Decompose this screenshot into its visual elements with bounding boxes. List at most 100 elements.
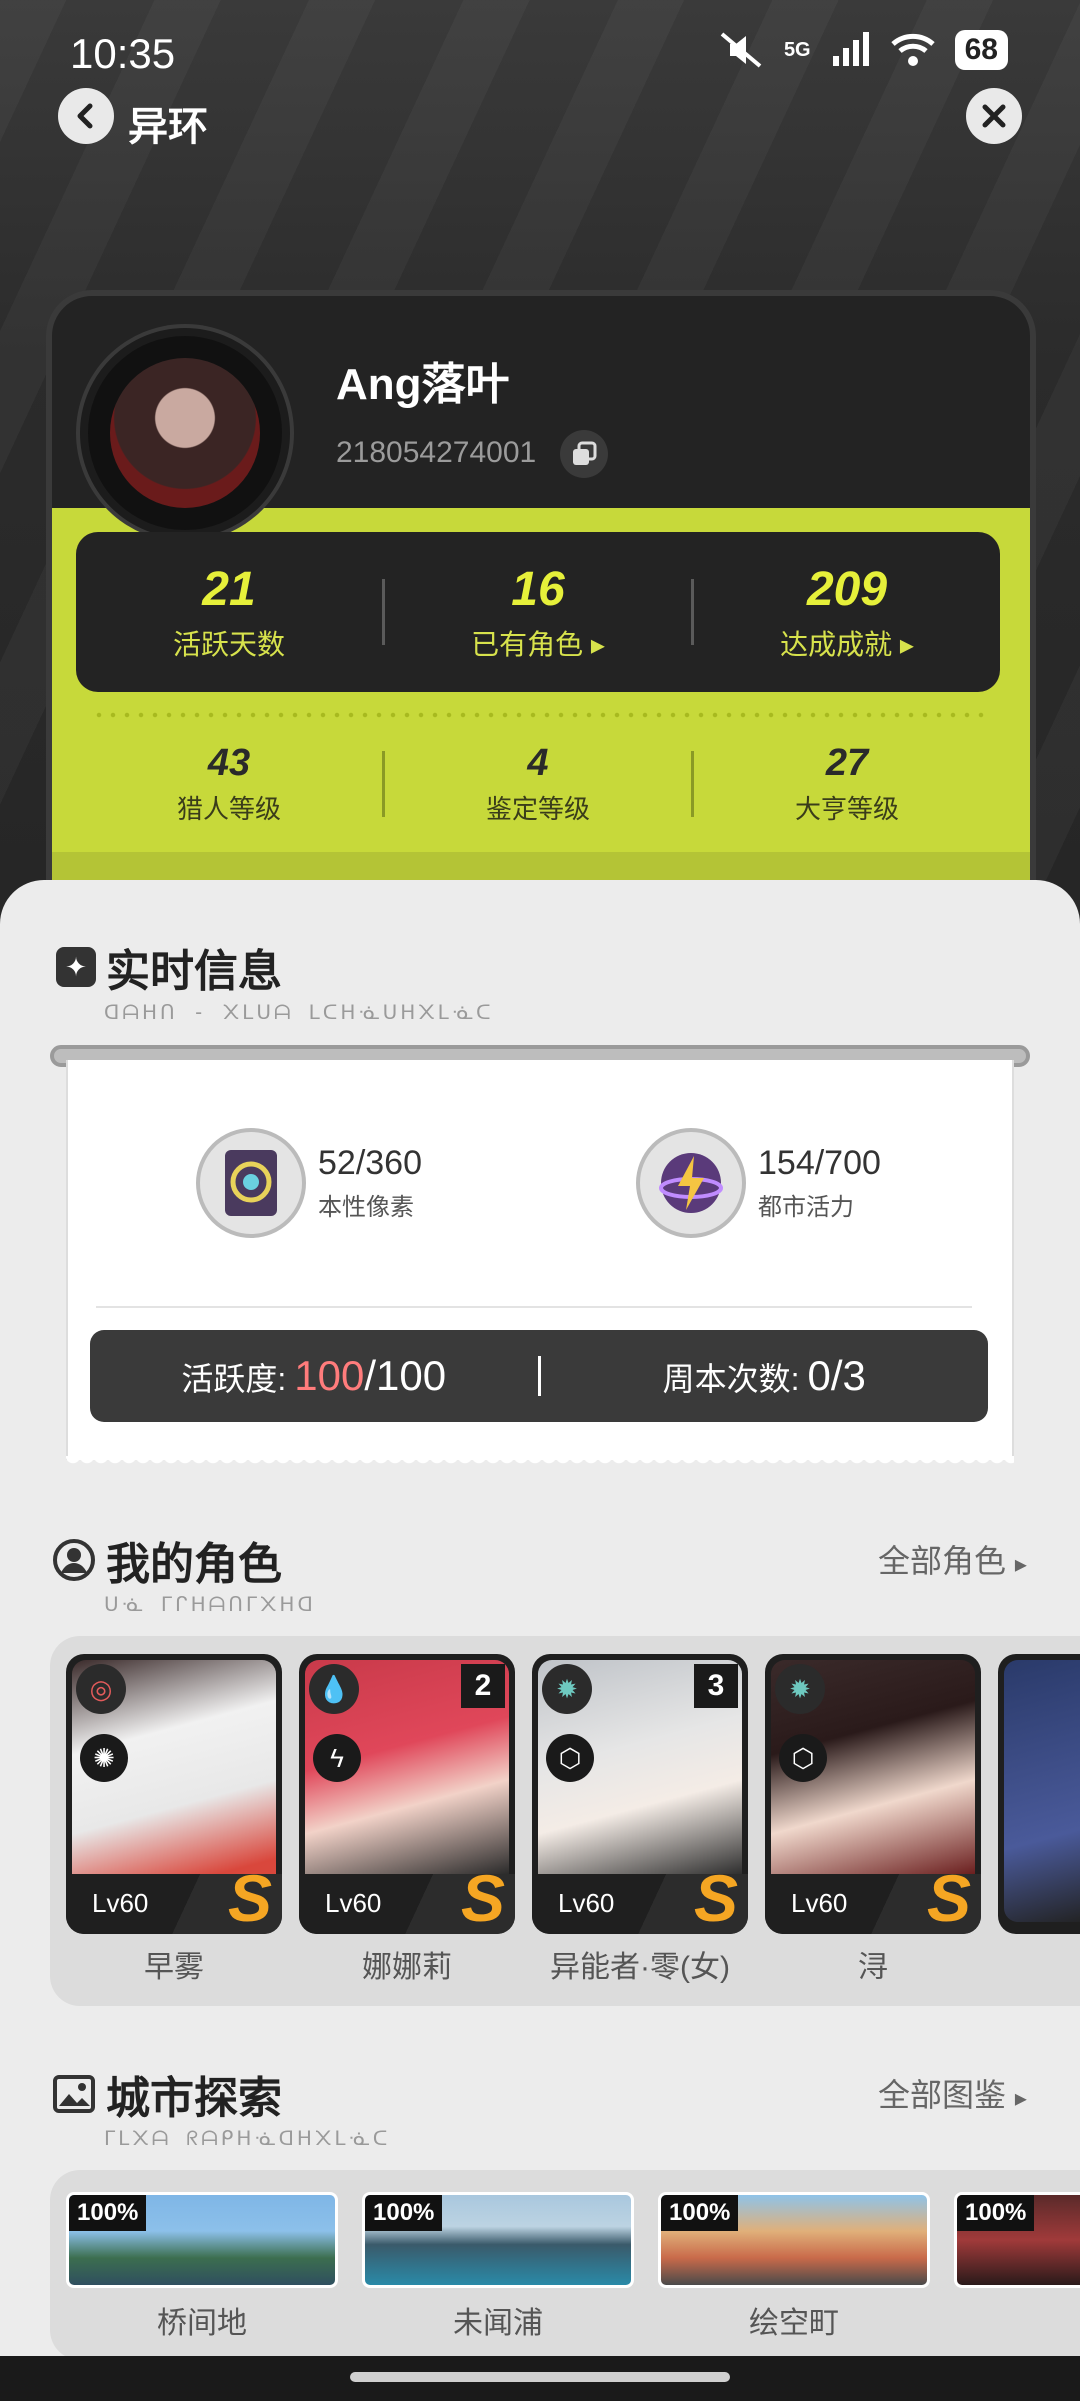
exploration-progress: 100%: [365, 2195, 443, 2231]
resource-value: 154/700: [758, 1144, 881, 1182]
stat-characters[interactable]: 16 已有角色 ▸: [385, 532, 691, 692]
cube-icon: ⬡: [546, 1734, 594, 1782]
resource-label: 都市活力: [758, 1194, 854, 1221]
section-title-text: 实时信息: [106, 947, 282, 996]
character-name: 娜娜莉: [362, 1951, 452, 1984]
s-rank-badge: S: [227, 1861, 272, 1934]
activity-stat: 活跃度: 100/100: [90, 1352, 538, 1400]
stat-label: 活跃天数: [172, 628, 285, 660]
stat-appraisal-level: 4 鉴定等级: [385, 726, 691, 842]
home-indicator[interactable]: [350, 2372, 730, 2382]
stat-active-days: 21 活跃天数: [76, 532, 382, 692]
user-id: 218054274001: [336, 436, 537, 469]
top-nav: 异环: [0, 88, 1080, 168]
activity-max: /100: [364, 1352, 447, 1399]
status-bar: 10:35 5G 68: [0, 0, 1080, 100]
character-card[interactable]: ✹ ⬡ 3 Lv60 S: [532, 1654, 748, 1934]
s-rank-badge: S: [693, 1861, 738, 1934]
stat-value: 209: [806, 562, 888, 616]
characters-carousel[interactable]: ◎ ✺ Lv60 S 早雾 💧 ϟ 2 Lv60 S 娜娜莉 ✹ ⬡ 3 Lv6…: [50, 1636, 1080, 2006]
copy-icon: [573, 441, 597, 465]
character-card[interactable]: 💧 ϟ 2 Lv60 S: [299, 1654, 515, 1934]
stat-label: 鉴定等级: [485, 794, 590, 824]
city-card[interactable]: 100%: [658, 2192, 930, 2288]
section-title-text: 我的角色: [106, 1540, 282, 1589]
resource-label: 本性像素: [318, 1194, 414, 1221]
stat-tycoon-level: 27 大亨等级: [694, 726, 1000, 842]
caret-right-icon: ▸: [1014, 2085, 1027, 2112]
character-portrait: [1004, 1660, 1080, 1922]
stat-label-link: 达成成就 ▸: [780, 623, 914, 663]
signal-icon: [832, 32, 869, 66]
awaken-rank: 2: [461, 1664, 505, 1708]
caret-right-icon: ▸: [1014, 1551, 1027, 1578]
stat-label: 猎人等级: [176, 794, 281, 824]
city-card[interactable]: 100%: [362, 2192, 634, 2288]
person-circle-icon: [53, 1539, 95, 1581]
s-rank-badge: S: [926, 1861, 971, 1934]
resource-vitality: 154/700 都市活力: [636, 1128, 881, 1238]
sun-icon: ✹: [775, 1664, 825, 1714]
resource-value: 52/360: [318, 1144, 422, 1182]
resource-pixels: 52/360 本性像素: [196, 1128, 422, 1238]
copy-uid-button[interactable]: [560, 430, 608, 478]
stat-hunter-level: 43 猎人等级: [76, 726, 382, 842]
chevron-left-icon: [77, 103, 93, 129]
resource-text: 154/700 都市活力: [758, 1144, 881, 1222]
exploration-progress: 100%: [69, 2195, 147, 2231]
status-time: 10:35: [70, 30, 176, 77]
character-name: 浔: [858, 1951, 888, 1984]
sun-icon: ✹: [542, 1664, 592, 1714]
city-name: 桥间地: [157, 2307, 247, 2340]
caret-right-icon: ▸: [590, 628, 605, 660]
character-card[interactable]: ✹ ⬡ Lv60 S: [765, 1654, 981, 1934]
character-name: 异能者·零(女): [550, 1951, 730, 1984]
section-subtitle: ᒥᒪ᙭ᗩ ᖇᗩᑭᕼᓍᗡᕼ᙭ᒪᓍᑕ: [104, 2126, 391, 2150]
dotted-divider: [92, 712, 992, 718]
droplet-icon: 💧: [309, 1664, 359, 1714]
weekly-label: 周本次数:: [662, 1361, 800, 1397]
character-card[interactable]: ◎ ✺ Lv60 S: [66, 1654, 282, 1934]
stat-label: 达成成就: [780, 628, 893, 660]
stat-achievements[interactable]: 209 达成成就 ▸: [694, 532, 1000, 692]
close-button[interactable]: [966, 88, 1022, 144]
weekly-value: 0/3: [807, 1352, 866, 1399]
characters-section-title: 我的角色: [52, 1528, 282, 1592]
city-card[interactable]: 100%: [66, 2192, 338, 2288]
network-label: 5G: [783, 38, 811, 61]
weekly-stat: 周本次数: 0/3: [541, 1352, 989, 1400]
s-rank-badge: S: [460, 1861, 505, 1934]
stat-value: 43: [207, 742, 251, 784]
awaken-rank: 3: [694, 1664, 738, 1708]
caret-right-icon: ▸: [899, 628, 914, 660]
spiral-icon: ✺: [80, 1734, 128, 1782]
all-gallery-link[interactable]: 全部图鉴 ▸: [878, 2070, 1027, 2116]
level-stats: 43 猎人等级 4 鉴定等级 27 大亨等级: [76, 726, 1000, 842]
image-icon: [53, 2075, 95, 2113]
stat-label: 已有角色: [471, 628, 584, 660]
stat-value: 16: [511, 562, 565, 616]
city-carousel[interactable]: 100% 桥间地 100% 未闻浦 100% 绘空町 100%: [50, 2170, 1080, 2360]
target-icon: ◎: [76, 1664, 126, 1714]
stat-label: 大亨等级: [794, 794, 899, 824]
status-icons: 5G 68: [718, 30, 1008, 70]
city-card[interactable]: 100%: [954, 2192, 1080, 2288]
city-section-title: 城市探索: [52, 2062, 282, 2126]
divider: [96, 1306, 972, 1308]
close-icon: [982, 104, 1006, 128]
sparkle-book-icon: ✦: [56, 947, 96, 987]
activity-value: 100/100: [294, 1352, 446, 1400]
all-characters-link[interactable]: 全部角色 ▸: [878, 1536, 1027, 1582]
back-button[interactable]: [58, 88, 114, 144]
lightning-orb-icon: [636, 1128, 746, 1238]
exploration-progress: 100%: [957, 2195, 1035, 2231]
wifi-icon: [890, 33, 935, 66]
stat-label-link: 已有角色 ▸: [471, 623, 605, 663]
city-name: 未闻浦: [453, 2307, 543, 2340]
section-subtitle: ᗡᗩᕼᑎ - ᙭ᒪᑌᗩ ᒪᑕᕼᓍᑌᕼ᙭ᒪᓍᑕ: [104, 1000, 494, 1024]
activity-bar: 活跃度: 100/100 周本次数: 0/3: [90, 1330, 988, 1422]
character-card[interactable]: [998, 1654, 1080, 1934]
section-subtitle: ᑌᓍ ᒥᒋᕼᗩᑎᒥ᙭ᕼᗡ: [104, 1592, 316, 1616]
avatar-frame[interactable]: [80, 328, 290, 538]
city-name: 绘空町: [749, 2307, 839, 2340]
